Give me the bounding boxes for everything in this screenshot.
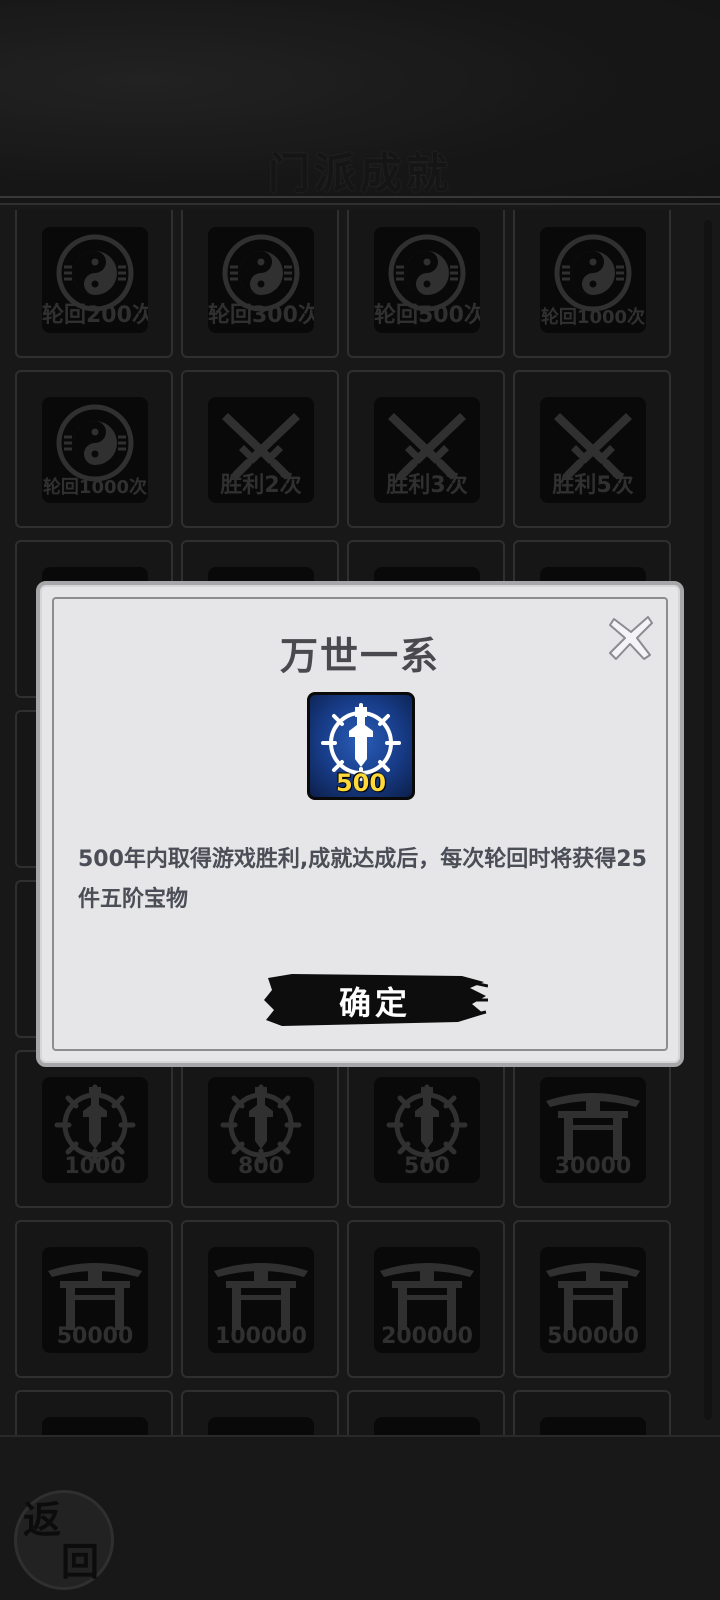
confirm-button[interactable]: 确定 [262, 970, 488, 1030]
close-icon[interactable] [608, 615, 654, 661]
confirm-label: 确定 [338, 984, 411, 1022]
dialog-title: 万世一系 [279, 633, 440, 678]
achievement-badge: 500 [307, 692, 415, 800]
badge-number: 500 [335, 769, 387, 797]
dialog-description: 500年内取得游戏胜利,成就达成后，每次轮回时将获得25件五阶宝物 [78, 847, 647, 912]
achievement-dialog: 万世一系 500 500年内取得游戏胜利,成就达成后，每次轮回时将获得25件五阶… [36, 581, 684, 1067]
